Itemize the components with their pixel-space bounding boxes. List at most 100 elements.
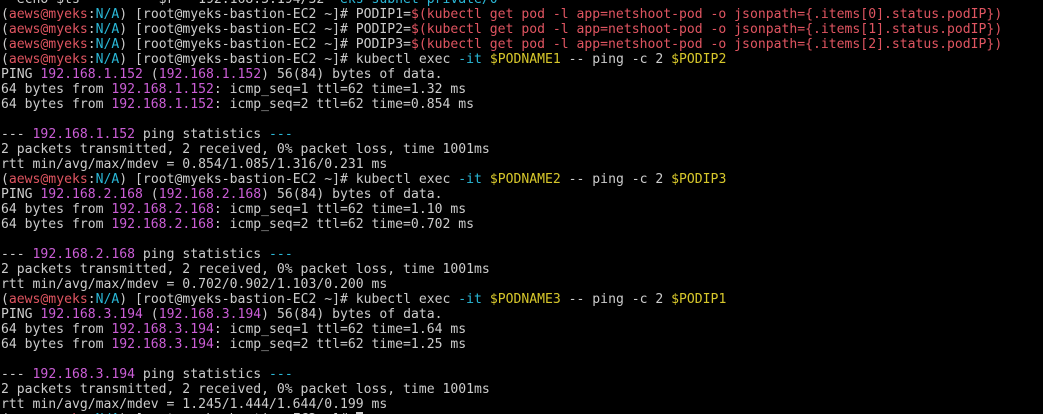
terminal-text-segment: ping statistics — [135, 247, 270, 262]
terminal-text-segment: ) [root@myeks-bastion-EC2 ~]# kubectl ex… — [119, 292, 459, 307]
terminal-text-segment: $(kubectl get pod -l app=netshoot-pod -o… — [410, 22, 1003, 37]
terminal-text-segment: ) [root@myeks-bastion-EC2 ~]# PODIP2= — [119, 22, 411, 37]
terminal-output[interactable]: echo $ts $r 192.168.3.194/32 eks-subnet-… — [0, 0, 1043, 414]
terminal-text-segment: $PODIP1 — [671, 292, 727, 307]
terminal-line: (aews@myeks:N/A) [root@myeks-bastion-EC2… — [0, 292, 1043, 307]
terminal-text-segment: ) 56(84) bytes of data. — [261, 187, 443, 202]
terminal-text-segment: $(kubectl get pod -l app=netshoot-pod -o… — [410, 37, 1003, 52]
terminal-text-segment: 192.168.1.152 — [111, 82, 214, 97]
terminal-text-segment: -it — [458, 292, 482, 307]
terminal-text-segment: 192.168.3.194 — [111, 337, 214, 352]
terminal-text-segment: : — [87, 7, 96, 22]
terminal-text-segment: 64 bytes from — [1, 202, 112, 217]
terminal-text-segment: : — [87, 52, 96, 67]
terminal-text-segment: rtt min/avg/max/mdev = 0.702/0.902/1.103… — [1, 277, 388, 292]
terminal-line: PING 192.168.3.194 (192.168.3.194) 56(84… — [0, 307, 1043, 322]
terminal-text-segment: N/A — [95, 22, 120, 37]
terminal-text-segment: aews@myeks — [8, 52, 88, 67]
terminal-text-segment: 2 packets transmitted, 2 received, 0% pa… — [1, 382, 490, 397]
terminal-text-segment: 192.168.3.194 — [158, 307, 262, 322]
terminal-text-segment: : icmp_seq=2 ttl=62 time=1.25 ms — [213, 337, 467, 352]
terminal-text-segment: ) [root@myeks-bastion-EC2 ~]# kubectl ex… — [119, 52, 459, 67]
terminal-line: 64 bytes from 192.168.1.152: icmp_seq=1 … — [0, 82, 1043, 97]
terminal-line: (aews@myeks:N/A) [root@myeks-bastion-EC2… — [0, 37, 1043, 52]
terminal-text-segment: 192.168.2.168 — [111, 202, 214, 217]
terminal-text-segment: $PODIP3 — [671, 172, 727, 187]
terminal-line: PING 192.168.2.168 (192.168.2.168) 56(84… — [0, 187, 1043, 202]
terminal-text-segment: N/A — [95, 37, 120, 52]
terminal-text-segment: --- — [1, 247, 33, 262]
terminal-text-segment: 2 packets transmitted, 2 received, 0% pa… — [1, 142, 490, 157]
terminal-line: echo $ts $r 192.168.3.194/32 eks-subnet-… — [0, 0, 1043, 7]
terminal-text-segment: 192.168.2.168 — [40, 187, 143, 202]
terminal-text-segment: -it — [458, 52, 482, 67]
terminal-line: --- 192.168.1.152 ping statistics --- — [0, 127, 1043, 142]
terminal-text-segment: aews@myeks — [8, 172, 88, 187]
terminal-line: 2 packets transmitted, 2 received, 0% pa… — [0, 142, 1043, 157]
terminal-text-segment: 64 bytes from — [1, 82, 112, 97]
terminal-text-segment: $PODNAME3 — [489, 292, 561, 307]
terminal-line: rtt min/avg/max/mdev = 0.702/0.902/1.103… — [0, 277, 1043, 292]
terminal-line: rtt min/avg/max/mdev = 0.854/1.085/1.316… — [0, 157, 1043, 172]
terminal-text-segment: ping statistics — [135, 127, 270, 142]
terminal-text-segment: $(kubectl get pod -l app=netshoot-pod -o… — [410, 7, 1003, 22]
terminal-text-segment: ( — [142, 307, 159, 322]
terminal-text-segment: : — [87, 292, 96, 307]
terminal-text-segment: 192.168.2.168 — [32, 247, 136, 262]
terminal-text-segment: $PODNAME2 — [489, 172, 561, 187]
terminal-text-segment: -it — [458, 172, 482, 187]
terminal-text-segment: 192.168.2.168 — [111, 217, 214, 232]
terminal-line: 64 bytes from 192.168.2.168: icmp_seq=1 … — [0, 202, 1043, 217]
terminal-text-segment: : icmp_seq=1 ttl=62 time=1.10 ms — [213, 202, 467, 217]
terminal-text-segment: 192.168.3.194 — [111, 322, 214, 337]
terminal-text-segment: ) [root@myeks-bastion-EC2 ~]# PODIP3= — [119, 37, 411, 52]
terminal-text-segment: $PODIP2 — [671, 52, 727, 67]
terminal-text-segment: N/A — [95, 52, 120, 67]
terminal-text-segment: 64 bytes from — [1, 337, 112, 352]
terminal-text-segment: 2 packets transmitted, 2 received, 0% pa… — [1, 262, 490, 277]
terminal-text-segment: 192.168.3.194 — [40, 307, 143, 322]
terminal-text-segment: eks-subnet-private/0 — [340, 0, 498, 7]
terminal-text-segment: 192.168.1.152 — [32, 127, 136, 142]
terminal-text-segment: aews@myeks — [8, 22, 88, 37]
terminal-line: PING 192.168.1.152 (192.168.1.152) 56(84… — [0, 67, 1043, 82]
terminal-text-segment: rtt min/avg/max/mdev = 1.245/1.444/1.644… — [1, 397, 388, 412]
terminal-text-segment: 192.168.1.152 — [111, 97, 214, 112]
terminal-text-segment: : — [87, 172, 96, 187]
terminal-text-segment: PING — [1, 307, 41, 322]
terminal-text-segment: : icmp_seq=1 ttl=62 time=1.64 ms — [213, 322, 467, 337]
terminal-text-segment: : — [87, 22, 96, 37]
terminal-text-segment: : — [87, 37, 96, 52]
terminal-text-segment: ( — [1, 22, 9, 37]
terminal-text-segment: 192.168.1.152 — [158, 67, 262, 82]
terminal-text-segment: 192.168.2.168 — [158, 187, 262, 202]
terminal-text-segment: N/A — [95, 172, 120, 187]
terminal-line: 64 bytes from 192.168.2.168: icmp_seq=2 … — [0, 217, 1043, 232]
terminal-text-segment: 192.168.3.194 — [32, 367, 136, 382]
terminal-text-segment: ( — [1, 7, 9, 22]
terminal-line: 2 packets transmitted, 2 received, 0% pa… — [0, 262, 1043, 277]
terminal-text-segment: aews@myeks — [8, 292, 88, 307]
terminal-text-segment: : icmp_seq=2 ttl=62 time=0.702 ms — [213, 217, 475, 232]
terminal-text-segment: --- — [269, 367, 293, 382]
terminal-text-segment: ( — [1, 172, 9, 187]
terminal-text-segment: : icmp_seq=2 ttl=62 time=0.854 ms — [213, 97, 475, 112]
terminal-text-segment: aews@myeks — [8, 37, 88, 52]
terminal-line: 2 packets transmitted, 2 received, 0% pa… — [0, 382, 1043, 397]
terminal-text-segment: 64 bytes from — [1, 217, 112, 232]
terminal-text-segment: 64 bytes from — [1, 97, 112, 112]
terminal-line: 64 bytes from 192.168.3.194: icmp_seq=1 … — [0, 322, 1043, 337]
terminal-text-segment: rtt min/avg/max/mdev = 0.854/1.085/1.316… — [1, 157, 388, 172]
terminal-text-segment: -- ping -c 2 — [560, 292, 672, 307]
terminal-text-segment: PING — [1, 187, 41, 202]
terminal-text-segment: N/A — [95, 292, 120, 307]
terminal-line: (aews@myeks:N/A) [root@myeks-bastion-EC2… — [0, 52, 1043, 67]
terminal-line: (aews@myeks:N/A) [root@myeks-bastion-EC2… — [0, 172, 1043, 187]
terminal-text-segment: 192.168.1.152 — [40, 67, 143, 82]
terminal-line: rtt min/avg/max/mdev = 1.245/1.444/1.644… — [0, 397, 1043, 412]
